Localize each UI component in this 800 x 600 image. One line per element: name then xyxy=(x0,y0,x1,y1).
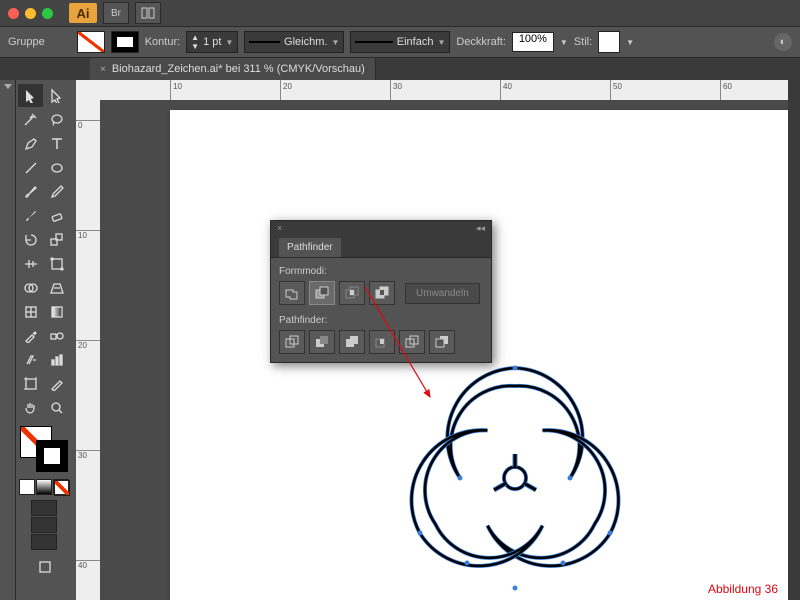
slice-tool[interactable] xyxy=(44,372,69,395)
minus-front-button[interactable] xyxy=(309,281,335,305)
blob-brush-tool[interactable] xyxy=(18,204,43,227)
style-label: Stil: xyxy=(574,36,592,48)
lasso-tool[interactable] xyxy=(44,108,69,131)
zoom-window-icon[interactable] xyxy=(42,8,53,19)
fill-swatch[interactable] xyxy=(77,31,105,53)
selection-label: Gruppe xyxy=(8,36,45,48)
color-mode-gradient[interactable] xyxy=(36,479,52,495)
shape-modes-label: Formmodi: xyxy=(279,266,483,277)
draw-normal[interactable] xyxy=(31,500,57,516)
panel-header[interactable]: × ◂◂ xyxy=(271,221,491,235)
pencil-tool[interactable] xyxy=(44,180,69,203)
collapse-panel-icon[interactable]: ◂◂ xyxy=(476,223,485,234)
magic-wand-tool[interactable] xyxy=(18,108,43,131)
fill-stroke-indicator[interactable] xyxy=(18,424,70,474)
opacity-label: Deckkraft: xyxy=(456,36,506,48)
intersect-button[interactable] xyxy=(339,281,365,305)
stroke-label: Kontur: xyxy=(145,36,180,48)
symbol-sprayer-tool[interactable] xyxy=(18,348,43,371)
pathfinder-panel[interactable]: × ◂◂ Pathfinder Formmodi: Umwandeln Pathf… xyxy=(270,220,492,363)
panel-collapse-column[interactable] xyxy=(0,80,16,600)
pathfinder-tab[interactable]: Pathfinder xyxy=(279,238,341,257)
minus-back-button[interactable] xyxy=(429,330,455,354)
eyedropper-tool[interactable] xyxy=(18,324,43,347)
canvas[interactable]: × ◂◂ Pathfinder Formmodi: Umwandeln Pathf… xyxy=(100,100,788,600)
line-tool[interactable] xyxy=(18,156,43,179)
bridge-button[interactable]: Br xyxy=(103,2,129,24)
outline-button[interactable] xyxy=(399,330,425,354)
mesh-tool[interactable] xyxy=(18,300,43,323)
options-bar: Gruppe Kontur: ▲▼1 pt▼ Gleichm.▼ Einfach… xyxy=(0,26,800,58)
opacity-input[interactable]: 100% xyxy=(512,32,554,52)
crop-button[interactable] xyxy=(369,330,395,354)
document-tabbar: × Biohazard_Zeichen.ai* bei 311 % (CMYK/… xyxy=(0,58,800,80)
close-window-icon[interactable] xyxy=(8,8,19,19)
document-title: Biohazard_Zeichen.ai* bei 311 % (CMYK/Vo… xyxy=(112,63,365,75)
perspective-grid-tool[interactable] xyxy=(44,276,69,299)
color-mode-none[interactable] xyxy=(53,479,69,495)
tools-panel xyxy=(16,80,76,600)
direct-selection-tool[interactable] xyxy=(44,84,69,107)
biohazard-artwork[interactable] xyxy=(375,330,655,600)
exclude-button[interactable] xyxy=(369,281,395,305)
horizontal-ruler: 10 20 30 40 50 60 70 xyxy=(100,80,788,100)
titlebar: Ai Br xyxy=(0,0,800,26)
type-tool[interactable] xyxy=(44,132,69,155)
ellipse-tool[interactable] xyxy=(44,156,69,179)
width-tool[interactable] xyxy=(18,252,43,275)
pathfinder-label: Pathfinder: xyxy=(279,315,483,326)
selection-tool[interactable] xyxy=(18,84,43,107)
trim-button[interactable] xyxy=(309,330,335,354)
close-panel-icon[interactable]: × xyxy=(277,223,282,233)
draw-inside[interactable] xyxy=(31,534,57,550)
vertical-ruler: 0 10 20 30 40 xyxy=(76,80,100,600)
stroke-profile-dropdown[interactable]: Gleichm.▼ xyxy=(244,31,344,53)
screen-mode-button[interactable] xyxy=(18,555,70,578)
color-mode-solid[interactable] xyxy=(19,479,35,495)
divide-button[interactable] xyxy=(279,330,305,354)
minimize-window-icon[interactable] xyxy=(25,8,36,19)
right-panel-dock[interactable] xyxy=(788,80,800,600)
ai-logo-icon: Ai xyxy=(69,3,97,23)
shape-builder-tool[interactable] xyxy=(18,276,43,299)
style-swatch[interactable] xyxy=(598,31,620,53)
screen-mode-row xyxy=(18,500,70,550)
hand-tool[interactable] xyxy=(18,396,43,419)
recolor-button[interactable]: ◐ xyxy=(774,33,792,51)
arrange-docs-button[interactable] xyxy=(135,2,161,24)
zoom-tool[interactable] xyxy=(44,396,69,419)
blend-tool[interactable] xyxy=(44,324,69,347)
paintbrush-tool[interactable] xyxy=(18,180,43,203)
artboard-tool[interactable] xyxy=(18,372,43,395)
stroke-swatch[interactable] xyxy=(111,31,139,53)
pen-tool[interactable] xyxy=(18,132,43,155)
expand-button[interactable]: Umwandeln xyxy=(405,283,480,304)
merge-button[interactable] xyxy=(339,330,365,354)
rotate-tool[interactable] xyxy=(18,228,43,251)
draw-behind[interactable] xyxy=(31,517,57,533)
free-transform-tool[interactable] xyxy=(44,252,69,275)
eraser-tool[interactable] xyxy=(44,204,69,227)
stroke-weight-input[interactable]: ▲▼1 pt▼ xyxy=(186,31,238,53)
unite-button[interactable] xyxy=(279,281,305,305)
column-graph-tool[interactable] xyxy=(44,348,69,371)
close-tab-icon[interactable]: × xyxy=(100,64,106,75)
stroke-indicator[interactable] xyxy=(36,440,68,472)
document-tab[interactable]: × Biohazard_Zeichen.ai* bei 311 % (CMYK/… xyxy=(90,58,376,80)
figure-caption: Abbildung 36 xyxy=(708,582,778,596)
brush-dropdown[interactable]: Einfach▼ xyxy=(350,31,450,53)
scale-tool[interactable] xyxy=(44,228,69,251)
gradient-tool[interactable] xyxy=(44,300,69,323)
color-mode-row xyxy=(18,479,70,495)
